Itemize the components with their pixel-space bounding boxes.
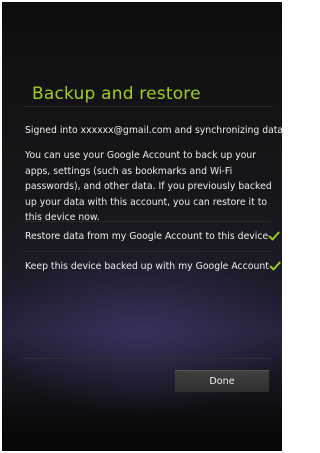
button-bar-divider [23, 358, 271, 359]
backup-restore-screen: Backup and restore Signed into xxxxxx@gm… [2, 2, 282, 451]
checkmark-icon[interactable] [269, 260, 281, 272]
signed-in-status: Signed into xxxxxx@gmail.com and synchro… [25, 125, 282, 136]
keep-backed-up-label: Keep this device backed up with my Googl… [25, 260, 269, 272]
checkmark-icon[interactable] [268, 230, 280, 242]
done-button[interactable]: Done [175, 370, 269, 392]
keep-backed-up-option[interactable]: Keep this device backed up with my Googl… [23, 252, 281, 280]
restore-data-option[interactable]: Restore data from my Google Account to t… [23, 222, 280, 250]
restore-data-label: Restore data from my Google Account to t… [25, 230, 269, 242]
page-title: Backup and restore [32, 84, 201, 104]
backup-description: You can use your Google Account to back … [25, 150, 272, 223]
title-divider [23, 106, 271, 107]
